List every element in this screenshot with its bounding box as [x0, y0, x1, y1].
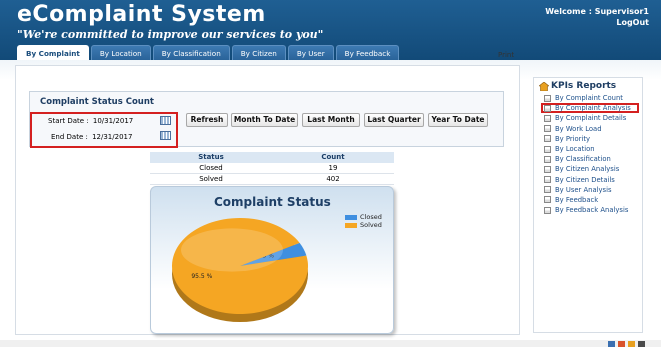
tab-by-classification[interactable]: By Classification	[152, 45, 230, 60]
document-icon	[544, 165, 551, 173]
start-date-field[interactable]: Start Date : 10/31/2017	[48, 117, 133, 125]
print-link[interactable]: Print	[498, 51, 514, 59]
logout-link[interactable]: LogOut	[545, 17, 649, 28]
app-tagline: "We're committed to improve our services…	[17, 28, 324, 41]
table-row: Solved 402	[150, 174, 394, 185]
kpi-item-label: By Citizen Analysis	[555, 165, 620, 174]
kpi-item-label: By Location	[555, 145, 595, 154]
kpi-item-label: By Work Load	[555, 124, 602, 133]
legend-swatch	[345, 214, 357, 220]
table-cell-count: 19	[328, 164, 338, 172]
kpi-item-classification[interactable]: By Classification	[544, 154, 631, 164]
kpi-item-complaint-analysis[interactable]: By Complaint Analysis	[544, 103, 631, 113]
kpi-list: By Complaint Count By Complaint Analysis…	[544, 93, 631, 215]
document-icon	[544, 145, 551, 153]
document-icon	[544, 196, 551, 204]
page-footer	[0, 340, 661, 347]
kpi-item-complaint-details[interactable]: By Complaint Details	[544, 113, 631, 123]
tab-by-location[interactable]: By Location	[90, 45, 151, 60]
document-icon	[544, 155, 551, 163]
refresh-button[interactable]: Refresh	[186, 113, 228, 127]
table-header-count: Count	[321, 153, 345, 161]
pie-gloss	[181, 228, 283, 272]
kpi-item-label: By Feedback	[555, 195, 599, 204]
year-to-date-button[interactable]: Year To Date	[428, 113, 488, 127]
kpi-item-label: By Complaint Details	[555, 114, 627, 123]
document-icon	[544, 104, 551, 112]
app-header: eComplaint System "We're committed to im…	[0, 0, 661, 60]
table-row: Closed 19	[150, 163, 394, 174]
welcome-area: Welcome : Supervisor1 LogOut	[545, 6, 649, 28]
legend-label: Closed	[360, 213, 382, 221]
document-icon	[544, 176, 551, 184]
last-month-button[interactable]: Last Month	[302, 113, 360, 127]
legend-item-closed: Closed	[345, 213, 382, 221]
end-date-calendar-icon[interactable]	[160, 131, 171, 140]
kpi-item-feedback[interactable]: By Feedback	[544, 195, 631, 205]
kpi-item-label: By Priority	[555, 134, 591, 143]
tab-by-user[interactable]: By User	[287, 45, 334, 60]
kpi-item-label: By Citizen Details	[555, 175, 615, 184]
kpi-item-label: By User Analysis	[555, 185, 612, 194]
start-date-label: Start Date :	[48, 117, 89, 125]
kpi-item-citizen-analysis[interactable]: By Citizen Analysis	[544, 164, 631, 174]
kpi-item-work-load[interactable]: By Work Load	[544, 124, 631, 134]
kpi-item-label: By Feedback Analysis	[555, 206, 629, 215]
end-date-value[interactable]: 12/31/2017	[92, 133, 132, 141]
start-date-calendar-icon[interactable]	[160, 116, 171, 125]
footer-square	[628, 341, 635, 347]
table-header-status: Status	[198, 153, 224, 161]
pie-label-solved: 95.5 %	[191, 273, 212, 280]
document-icon	[544, 125, 551, 133]
tab-by-feedback[interactable]: By Feedback	[335, 45, 400, 60]
document-icon	[544, 186, 551, 194]
start-date-value[interactable]: 10/31/2017	[93, 117, 133, 125]
tab-by-complaint[interactable]: By Complaint	[17, 45, 89, 60]
kpi-title: KPIs Reports	[551, 81, 617, 91]
chart-title: Complaint Status	[214, 195, 331, 209]
pie-chart: 4.5 %95.5 %	[172, 218, 308, 322]
report-tabs: By Complaint By Location By Classificati…	[17, 45, 400, 60]
month-to-date-button[interactable]: Month To Date	[231, 113, 298, 127]
table-cell-count: 402	[326, 175, 340, 183]
kpi-item-location[interactable]: By Location	[544, 144, 631, 154]
last-quarter-button[interactable]: Last Quarter	[364, 113, 424, 127]
document-icon	[544, 114, 551, 122]
legend-label: Solved	[360, 221, 382, 229]
kpi-item-user-analysis[interactable]: By User Analysis	[544, 185, 631, 195]
kpi-item-label: By Complaint Analysis	[555, 104, 631, 113]
section-title: Complaint Status Count	[40, 97, 154, 107]
table-cell-status: Solved	[199, 175, 223, 183]
table-header-row: Status Count	[150, 152, 394, 163]
footer-square	[618, 341, 625, 347]
document-icon	[544, 206, 551, 214]
legend-swatch	[345, 222, 357, 228]
document-icon	[544, 94, 551, 102]
tab-by-citizen[interactable]: By Citizen	[231, 45, 286, 60]
document-icon	[544, 135, 551, 143]
footer-square	[638, 341, 645, 347]
home-icon	[539, 82, 549, 91]
end-date-label: End Date :	[51, 133, 88, 141]
kpi-item-feedback-analysis[interactable]: By Feedback Analysis	[544, 205, 631, 215]
legend-item-solved: Solved	[345, 221, 382, 229]
footer-square	[608, 341, 615, 347]
app-title: eComplaint System	[17, 2, 266, 27]
table-cell-status: Closed	[199, 164, 223, 172]
kpi-item-label: By Classification	[555, 155, 611, 164]
chart-legend: Closed Solved	[345, 213, 382, 229]
kpi-item-complaint-count[interactable]: By Complaint Count	[544, 93, 631, 103]
kpi-item-label: By Complaint Count	[555, 94, 623, 103]
kpi-item-citizen-details[interactable]: By Citizen Details	[544, 175, 631, 185]
welcome-text: Welcome : Supervisor1	[545, 7, 649, 16]
kpi-item-priority[interactable]: By Priority	[544, 134, 631, 144]
status-table: Status Count Closed 19 Solved 402	[150, 152, 394, 185]
end-date-field[interactable]: End Date : 12/31/2017	[51, 133, 132, 141]
footer-color-squares	[608, 341, 645, 347]
